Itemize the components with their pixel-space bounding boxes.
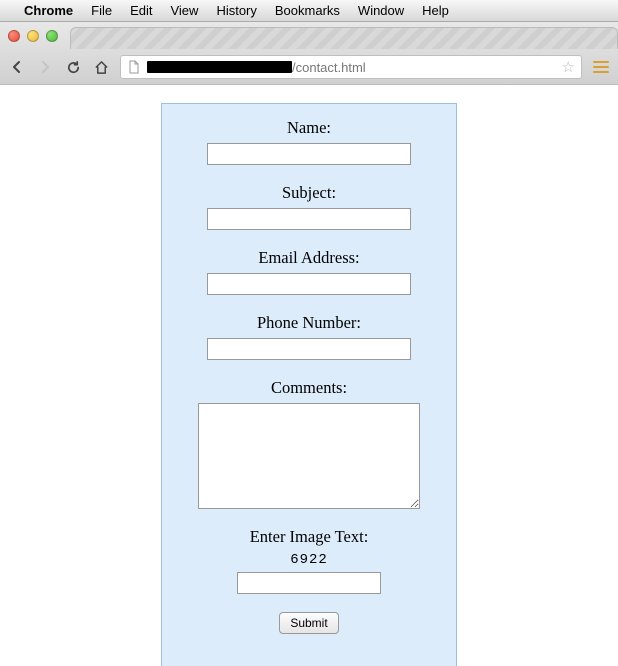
field-comments: Comments: bbox=[180, 378, 438, 509]
menubar-bookmarks[interactable]: Bookmarks bbox=[267, 0, 348, 22]
zoom-window-button[interactable] bbox=[46, 30, 58, 42]
name-label: Name: bbox=[180, 118, 438, 138]
url-redacted bbox=[147, 61, 292, 73]
forward-button[interactable] bbox=[36, 58, 54, 76]
field-phone: Phone Number: bbox=[180, 313, 438, 360]
macos-menubar: Chrome File Edit View History Bookmarks … bbox=[0, 0, 618, 22]
address-bar[interactable]: /contact.html ☆ bbox=[120, 55, 582, 79]
url-path: /contact.html bbox=[292, 60, 366, 75]
phone-input[interactable] bbox=[207, 338, 411, 360]
field-name: Name: bbox=[180, 118, 438, 165]
phone-label: Phone Number: bbox=[180, 313, 438, 333]
captcha-code: 6922 bbox=[180, 552, 438, 568]
window-controls bbox=[8, 30, 58, 42]
field-captcha: Enter Image Text: 6922 bbox=[180, 527, 438, 594]
chrome-menu-button[interactable] bbox=[592, 58, 610, 76]
page-viewport: Name: Subject: Email Address: Phone Numb… bbox=[0, 85, 618, 666]
menubar-app[interactable]: Chrome bbox=[16, 0, 81, 22]
subject-input[interactable] bbox=[207, 208, 411, 230]
email-label: Email Address: bbox=[180, 248, 438, 268]
browser-toolbar: /contact.html ☆ bbox=[0, 50, 618, 84]
menubar-file[interactable]: File bbox=[83, 0, 120, 22]
name-input[interactable] bbox=[207, 143, 411, 165]
minimize-window-button[interactable] bbox=[27, 30, 39, 42]
home-button[interactable] bbox=[92, 58, 110, 76]
reload-button[interactable] bbox=[64, 58, 82, 76]
menubar-edit[interactable]: Edit bbox=[122, 0, 160, 22]
page-icon bbox=[127, 60, 141, 74]
submit-button[interactable]: Submit bbox=[279, 612, 338, 634]
captcha-label: Enter Image Text: bbox=[180, 527, 438, 547]
email-input[interactable] bbox=[207, 273, 411, 295]
close-window-button[interactable] bbox=[8, 30, 20, 42]
hamburger-icon bbox=[593, 60, 609, 74]
comments-textarea[interactable] bbox=[198, 403, 420, 509]
field-email: Email Address: bbox=[180, 248, 438, 295]
back-button[interactable] bbox=[8, 58, 26, 76]
reload-icon bbox=[66, 60, 81, 75]
browser-chrome: /contact.html ☆ bbox=[0, 22, 618, 85]
home-icon bbox=[94, 60, 109, 75]
arrow-left-icon bbox=[10, 60, 24, 74]
menubar-history[interactable]: History bbox=[208, 0, 264, 22]
arrow-right-icon bbox=[38, 60, 52, 74]
menubar-window[interactable]: Window bbox=[350, 0, 412, 22]
tab-area[interactable] bbox=[70, 27, 618, 49]
url-display: /contact.html bbox=[147, 60, 366, 75]
menubar-view[interactable]: View bbox=[162, 0, 206, 22]
contact-form: Name: Subject: Email Address: Phone Numb… bbox=[161, 103, 457, 666]
tab-strip bbox=[0, 22, 618, 50]
subject-label: Subject: bbox=[180, 183, 438, 203]
comments-label: Comments: bbox=[180, 378, 438, 398]
field-subject: Subject: bbox=[180, 183, 438, 230]
menubar-help[interactable]: Help bbox=[414, 0, 457, 22]
bookmark-star-icon[interactable]: ☆ bbox=[562, 58, 575, 76]
captcha-input[interactable] bbox=[237, 572, 381, 594]
